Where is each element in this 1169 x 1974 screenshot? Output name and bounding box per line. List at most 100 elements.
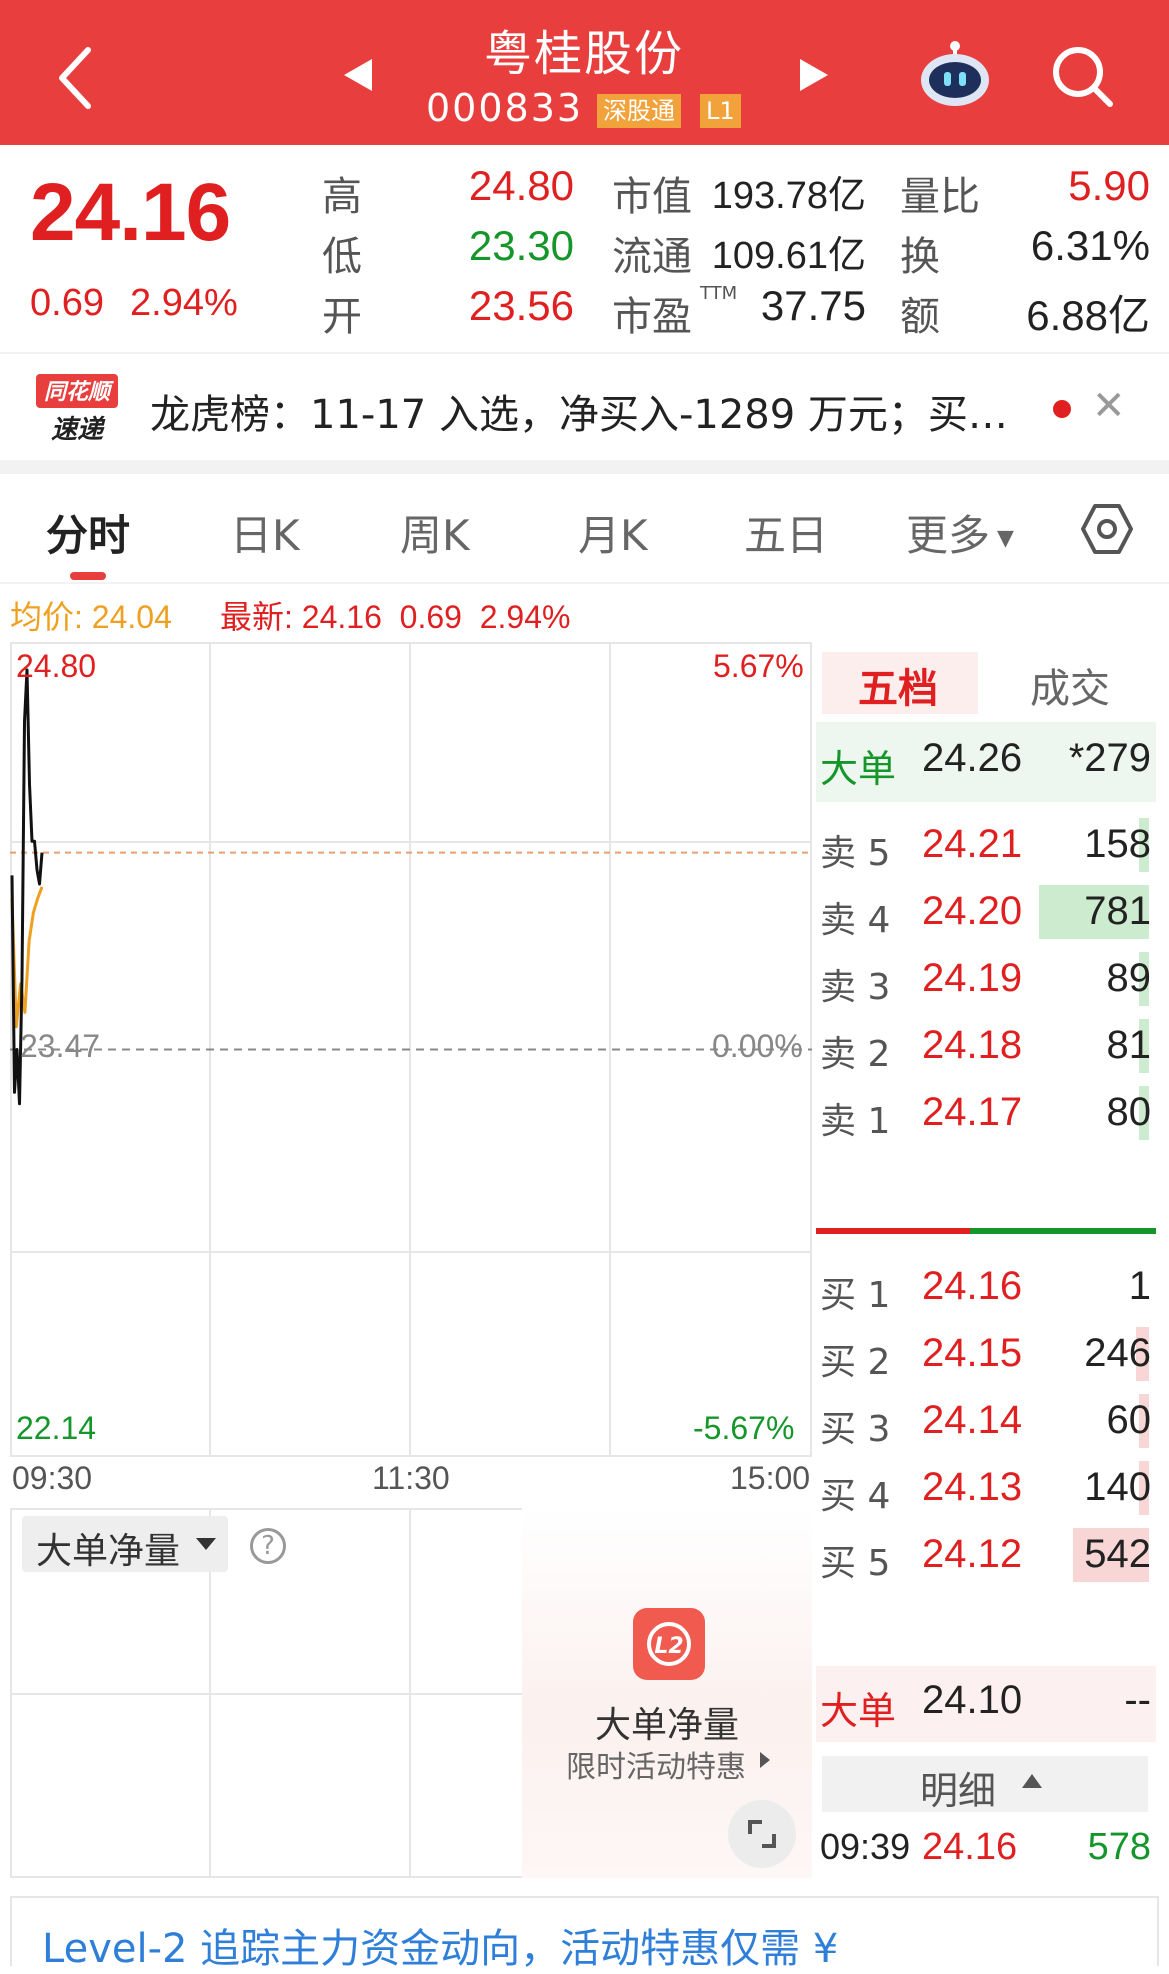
low-value: 23.30: [468, 222, 574, 269]
tick-price: 24.16: [922, 1826, 1018, 1868]
close-news-button[interactable]: ✕: [1092, 383, 1126, 429]
ask-level-price[interactable]: 24.21: [922, 822, 1022, 867]
divider: [0, 352, 1169, 354]
promo-title: 大单净量: [594, 1705, 739, 1746]
turnover-label: 换: [900, 234, 940, 280]
ask-level-price[interactable]: 24.20: [922, 889, 1022, 934]
tick-time: 09:39: [820, 1826, 911, 1867]
avg-price-info: 均价: 24.04: [10, 592, 172, 638]
float-value: 109.61亿: [711, 235, 866, 277]
bid-level-price[interactable]: 24.12: [922, 1532, 1022, 1577]
y-axis-zero-pct-label: 0.00%: [712, 1028, 803, 1064]
big-order-bottom-price: 24.10: [922, 1678, 1023, 1722]
prev-stock-icon[interactable]: [340, 55, 376, 95]
ask-level-label: 卖 1: [820, 1101, 891, 1142]
ttm-superscript: TTM: [700, 283, 738, 304]
ask-level-label: 卖 3: [820, 967, 891, 1008]
tab-more[interactable]: 更多 ▼: [906, 502, 1014, 563]
dropdown-arrow-icon: [196, 1538, 216, 1550]
mktcap-label: 市值: [612, 174, 692, 220]
bid-level-price[interactable]: 24.14: [922, 1398, 1022, 1443]
logo-line1: 同花顺: [44, 380, 114, 405]
settings-hexagon-icon[interactable]: [1080, 502, 1134, 556]
bid-level-volume: 140: [1084, 1465, 1151, 1509]
intraday-chart[interactable]: [10, 642, 812, 1457]
latest-price-info: 最新: 24.16 0.69 2.94%: [220, 592, 570, 638]
back-arrow-icon[interactable]: [48, 38, 108, 118]
latest-change: 0.69: [399, 599, 462, 635]
amount-label: 额: [900, 294, 940, 340]
x-axis-mid-time: 11:30: [372, 1460, 450, 1496]
ask-level-volume: 158: [1084, 822, 1151, 866]
next-stock-icon[interactable]: [796, 55, 832, 95]
stock-code: 000833: [426, 86, 584, 130]
y-axis-low-pct-label: -5.67%: [693, 1410, 795, 1446]
expand-icon[interactable]: [728, 1800, 796, 1868]
y-axis-low-label: 22.14: [16, 1410, 97, 1446]
tab-more-label: 更多: [906, 511, 991, 560]
bid-level-price[interactable]: 24.15: [922, 1331, 1022, 1376]
bid-level-label: 买 5: [820, 1543, 891, 1584]
ask-level-label: 卖 4: [820, 900, 891, 941]
hk-connect-badge: 深股通: [597, 94, 681, 128]
bid-level-volume: 246: [1084, 1331, 1151, 1375]
ask-level-volume: 89: [1106, 956, 1152, 1000]
big-order-top-label: 大单: [820, 747, 897, 791]
stock-name: 粤桂股份: [483, 26, 684, 82]
avg-price-line: [10, 886, 44, 1029]
price-change: 0.69: [30, 282, 104, 324]
chevron-right-icon: [760, 1752, 770, 1768]
volratio-value: 5.90: [1068, 162, 1150, 209]
tab-daily-k[interactable]: 日K: [230, 502, 300, 563]
big-order-top-price: 24.26: [922, 736, 1023, 780]
bid-level-label: 买 1: [820, 1275, 891, 1316]
ask-level-price[interactable]: 24.18: [922, 1023, 1022, 1068]
tab-intraday[interactable]: 分时: [46, 502, 130, 563]
top-header: 粤桂股份 000833 深股通 L1: [0, 0, 1169, 145]
detail-label: 明细: [920, 1769, 997, 1813]
latest-value: 24.16: [301, 599, 382, 635]
bid-level-volume: 542: [1084, 1532, 1151, 1576]
ask-level-label: 卖 2: [820, 1034, 891, 1075]
tab-five-day[interactable]: 五日: [744, 502, 828, 563]
chevron-up-icon: [1022, 1774, 1042, 1788]
logo-line2: 速递: [51, 415, 106, 444]
float-label: 流通: [612, 234, 692, 280]
promo-subtitle[interactable]: 限时活动特惠: [566, 1742, 746, 1786]
low-label: 低: [322, 234, 362, 280]
ask-bid-divider-red: [816, 1228, 970, 1234]
search-icon[interactable]: [1050, 44, 1116, 110]
amount-value: 6.88亿: [1026, 292, 1150, 339]
ask-level-price[interactable]: 24.17: [922, 1090, 1022, 1135]
tick-volume: 578: [1087, 1826, 1151, 1868]
bid-level-label: 买 2: [820, 1342, 891, 1383]
avg-value: 24.04: [91, 599, 172, 635]
tab-weekly-k[interactable]: 周K: [400, 502, 470, 563]
divider: [0, 582, 1169, 584]
high-label: 高: [322, 174, 362, 220]
banner-text[interactable]: Level-2 追踪主力资金动向，活动特惠仅需 ¥: [42, 1916, 838, 1974]
bid-level-label: 买 4: [820, 1476, 891, 1517]
y-axis-high-pct-label: 5.67%: [713, 648, 804, 684]
tab-five-levels[interactable]: 五档: [858, 656, 938, 714]
x-axis-close-time: 15:00: [730, 1460, 811, 1496]
help-icon[interactable]: ?: [250, 1528, 286, 1564]
robot-assistant-icon[interactable]: [918, 40, 992, 108]
bid-level-price[interactable]: 24.16: [922, 1264, 1022, 1309]
big-order-top-vol: *279: [1068, 736, 1151, 780]
tab-monthly-k[interactable]: 月K: [578, 502, 648, 563]
bid-level-volume: 1: [1128, 1264, 1151, 1308]
ask-level-price[interactable]: 24.19: [922, 956, 1022, 1001]
level2-icon: L2: [633, 1608, 705, 1680]
unread-dot: [1053, 400, 1071, 418]
ask-level-volume: 80: [1106, 1090, 1152, 1134]
big-order-bottom-label: 大单: [820, 1689, 897, 1733]
bid-level-price[interactable]: 24.13: [922, 1465, 1022, 1510]
active-tab-indicator: [70, 572, 106, 580]
news-headline[interactable]: 龙虎榜：11-17 入选，净买入-1289 万元；买…: [150, 382, 1008, 440]
tab-trades[interactable]: 成交: [1030, 656, 1110, 714]
indicator-dropdown-label: 大单净量: [36, 1531, 181, 1572]
ask-level-volume: 781: [1084, 889, 1151, 933]
latest-change-pct: 2.94%: [479, 599, 571, 635]
ask-level-volume: 81: [1106, 1023, 1152, 1067]
